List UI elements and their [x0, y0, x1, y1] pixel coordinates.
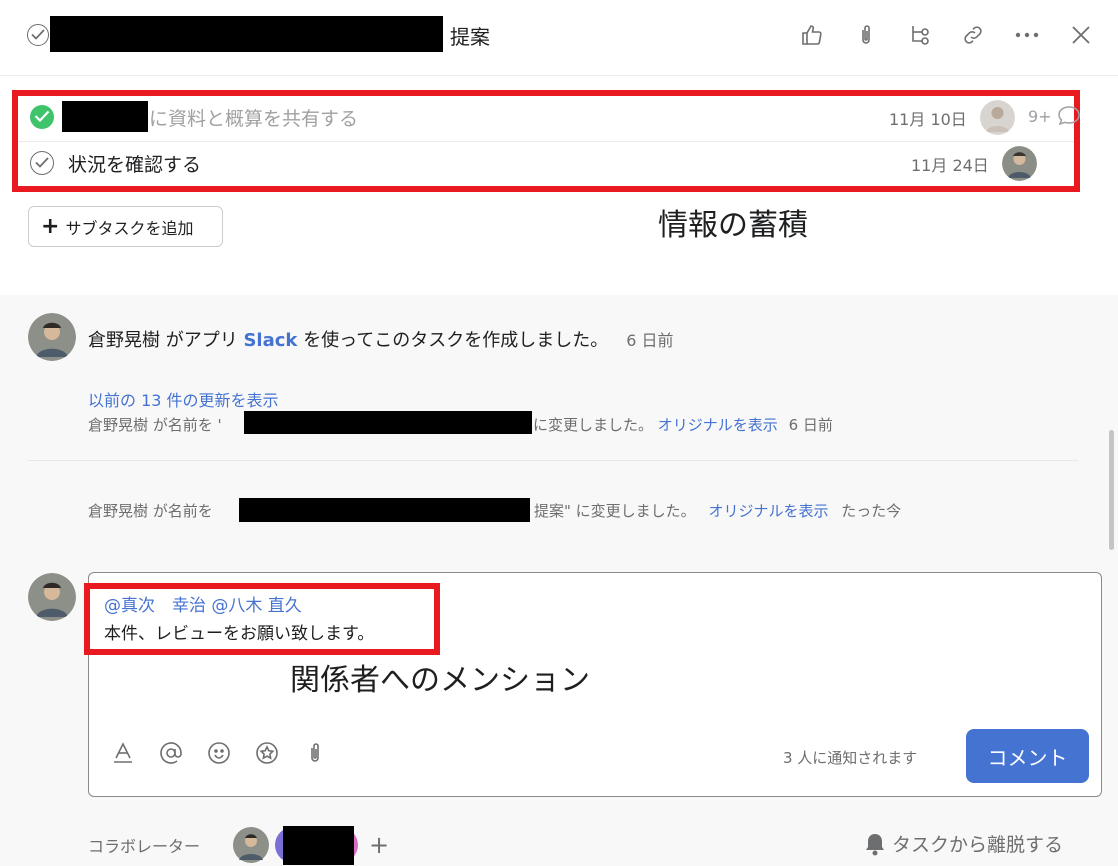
story-text: 提案" に変更しました。 [534, 502, 696, 520]
attachment-icon[interactable] [851, 20, 881, 50]
assignee-avatar[interactable] [1002, 146, 1037, 181]
notify-count: 3 人に通知されます [783, 749, 918, 767]
story-time: たった今 [841, 502, 902, 520]
comment-count: 9+ [1028, 107, 1052, 126]
text-format-icon[interactable] [108, 738, 138, 768]
subtask-row[interactable]: 状況を確認する 11月 24日 [18, 141, 1074, 186]
redacted-title [50, 16, 443, 52]
completed-check-icon[interactable] [30, 105, 54, 129]
close-icon[interactable] [1066, 20, 1096, 50]
slack-link[interactable]: Slack [243, 330, 297, 351]
story-time: 6 日前 [626, 331, 674, 350]
subtask-list: に資料と概算を共有する 11月 10日 9+ 状況を確認する 11月 24日 [12, 90, 1080, 192]
rename-story: 倉野晃樹 が名前を ' [88, 414, 222, 435]
add-subtask-label: サブタスクを追加 [65, 218, 194, 238]
incomplete-check-icon[interactable] [30, 151, 54, 175]
bell-icon [866, 833, 884, 855]
subtask-icon[interactable] [905, 20, 935, 50]
show-original-link[interactable]: オリジナルを表示 [658, 416, 778, 434]
comment-button[interactable]: コメント [966, 729, 1089, 783]
emoji-icon[interactable] [204, 738, 234, 768]
divider [28, 460, 1078, 461]
due-date[interactable]: 11月 24日 [911, 152, 989, 176]
story-text: 倉野晃樹 が名前を [88, 502, 213, 520]
comment-input[interactable]: @真次 幸治 @八木 直久 本件、レビューをお願い致します。 [84, 583, 440, 655]
redacted-name [239, 498, 530, 522]
redacted-name [62, 101, 148, 132]
subtask-name[interactable]: に資料と概算を共有する [149, 104, 358, 131]
rename-story: 倉野晃樹 が名前を [88, 500, 213, 521]
activity-feed: 倉野晃樹 がアプリ Slack を使ってこのタスクを作成しました。 6 日前 以前… [0, 295, 1118, 866]
more-icon[interactable] [1012, 20, 1042, 50]
annotation-mention: 関係者へのメンション [290, 663, 590, 698]
redacted-name [244, 411, 532, 434]
scrollbar[interactable] [1109, 430, 1114, 550]
task-header: 提案 [0, 0, 1118, 76]
comment-text[interactable]: 本件、レビューをお願い致します。 [104, 619, 374, 644]
complete-task-icon[interactable] [27, 24, 49, 46]
show-original-link[interactable]: オリジナルを表示 [708, 502, 828, 520]
due-date[interactable]: 11月 10日 [889, 106, 967, 130]
story-text: に変更しました。 [533, 416, 654, 434]
leave-task-label: タスクから離脱する [892, 834, 1064, 856]
redacted-collaborators [283, 826, 354, 865]
story-text: がアプリ [160, 330, 244, 351]
actor-name[interactable]: 倉野晃樹 [88, 330, 160, 351]
current-user-avatar [28, 573, 76, 621]
mentions[interactable]: @真次 幸治 @八木 直久 [104, 591, 302, 616]
link-icon[interactable] [958, 20, 988, 50]
user-avatar[interactable] [28, 313, 76, 361]
subtask-row[interactable]: に資料と概算を共有する 11月 10日 9+ [18, 96, 1080, 141]
story-text: 倉野晃樹 が名前を ' [88, 416, 222, 434]
subtask-name[interactable]: 状況を確認する [68, 150, 201, 177]
attachment-icon[interactable] [300, 738, 330, 768]
show-previous-link[interactable]: 以前の 13 件の更新を表示 [88, 387, 279, 411]
task-title[interactable]: 提案 [450, 21, 490, 50]
add-subtask-button[interactable]: + サブタスクを追加 [28, 206, 223, 247]
assignee-avatar[interactable] [980, 100, 1015, 135]
comment-icon[interactable] [1056, 105, 1082, 127]
add-collaborator-button[interactable]: + [369, 831, 389, 859]
story-text: を使ってこのタスクを作成しました。 [297, 330, 609, 351]
leave-task-button[interactable]: タスクから離脱する [864, 830, 1063, 857]
collaborator-avatar[interactable] [233, 827, 269, 863]
plus-icon: + [41, 213, 60, 239]
star-icon[interactable] [252, 738, 282, 768]
creation-story: 倉野晃樹 がアプリ Slack を使ってこのタスクを作成しました。 6 日前 [88, 326, 673, 352]
like-icon[interactable] [797, 20, 827, 50]
collaborators-label: コラボレーター [88, 837, 201, 856]
rename-story-tail: に変更しました。 オリジナルを表示 6 日前 [533, 414, 833, 435]
rename-story-tail: 提案" に変更しました。 オリジナルを表示 たった今 [534, 500, 901, 521]
story-time: 6 日前 [788, 416, 833, 434]
annotation-subtasks: 情報の蓄積 [658, 208, 808, 243]
mention-icon[interactable] [156, 738, 186, 768]
